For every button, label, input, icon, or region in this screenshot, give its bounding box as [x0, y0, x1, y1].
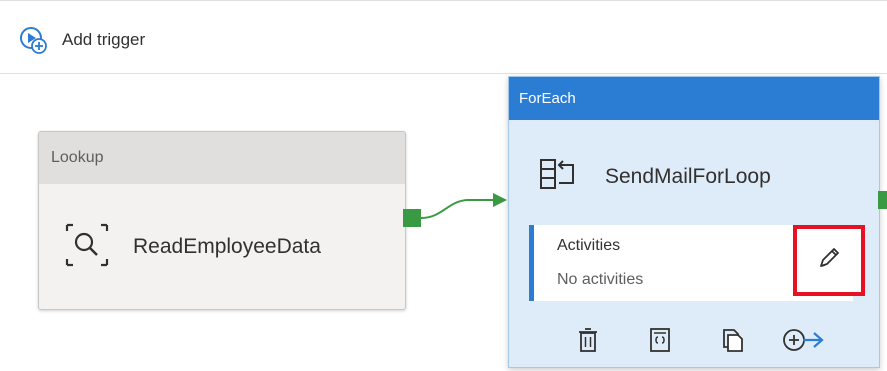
copy-button[interactable] [715, 325, 749, 359]
activities-label: Activities [557, 237, 621, 254]
activity-action-row [571, 325, 824, 359]
activities-panel: Activities No activities [529, 225, 865, 301]
add-output-button[interactable] [783, 325, 824, 359]
delete-icon [577, 327, 599, 358]
copy-icon [720, 327, 744, 358]
add-trigger-button[interactable]: Add trigger [18, 25, 145, 55]
activities-accent-bar [529, 225, 534, 301]
success-connector[interactable] [403, 188, 509, 238]
lookup-activity-name: ReadEmployeeData [133, 235, 321, 258]
add-trigger-label: Add trigger [62, 30, 146, 49]
foreach-type-label: ForEach [509, 77, 879, 120]
trigger-add-icon [18, 25, 48, 55]
lookup-icon [63, 221, 111, 274]
foreach-success-port[interactable] [878, 191, 887, 209]
lookup-type-label: Lookup [39, 132, 405, 184]
view-code-button[interactable] [643, 325, 677, 359]
activities-empty-text: No activities [557, 271, 644, 288]
foreach-activity-node[interactable]: ForEach SendMailForLoop Activities No ac… [508, 76, 880, 368]
success-port[interactable] [403, 209, 421, 227]
pencil-icon [816, 245, 842, 276]
toolbar: Add trigger [0, 0, 887, 74]
code-icon [648, 327, 672, 358]
delete-button[interactable] [571, 325, 605, 359]
edit-activities-button[interactable] [793, 225, 865, 296]
arrow-head-icon [493, 193, 507, 207]
lookup-activity-node[interactable]: Lookup ReadEmployeeData [38, 131, 406, 310]
foreach-activity-name: SendMailForLoop [605, 165, 771, 188]
pipeline-editor: Add trigger Lookup ReadEmployeeData ForE… [0, 0, 887, 371]
add-output-icon [781, 327, 827, 358]
foreach-icon [539, 157, 579, 198]
